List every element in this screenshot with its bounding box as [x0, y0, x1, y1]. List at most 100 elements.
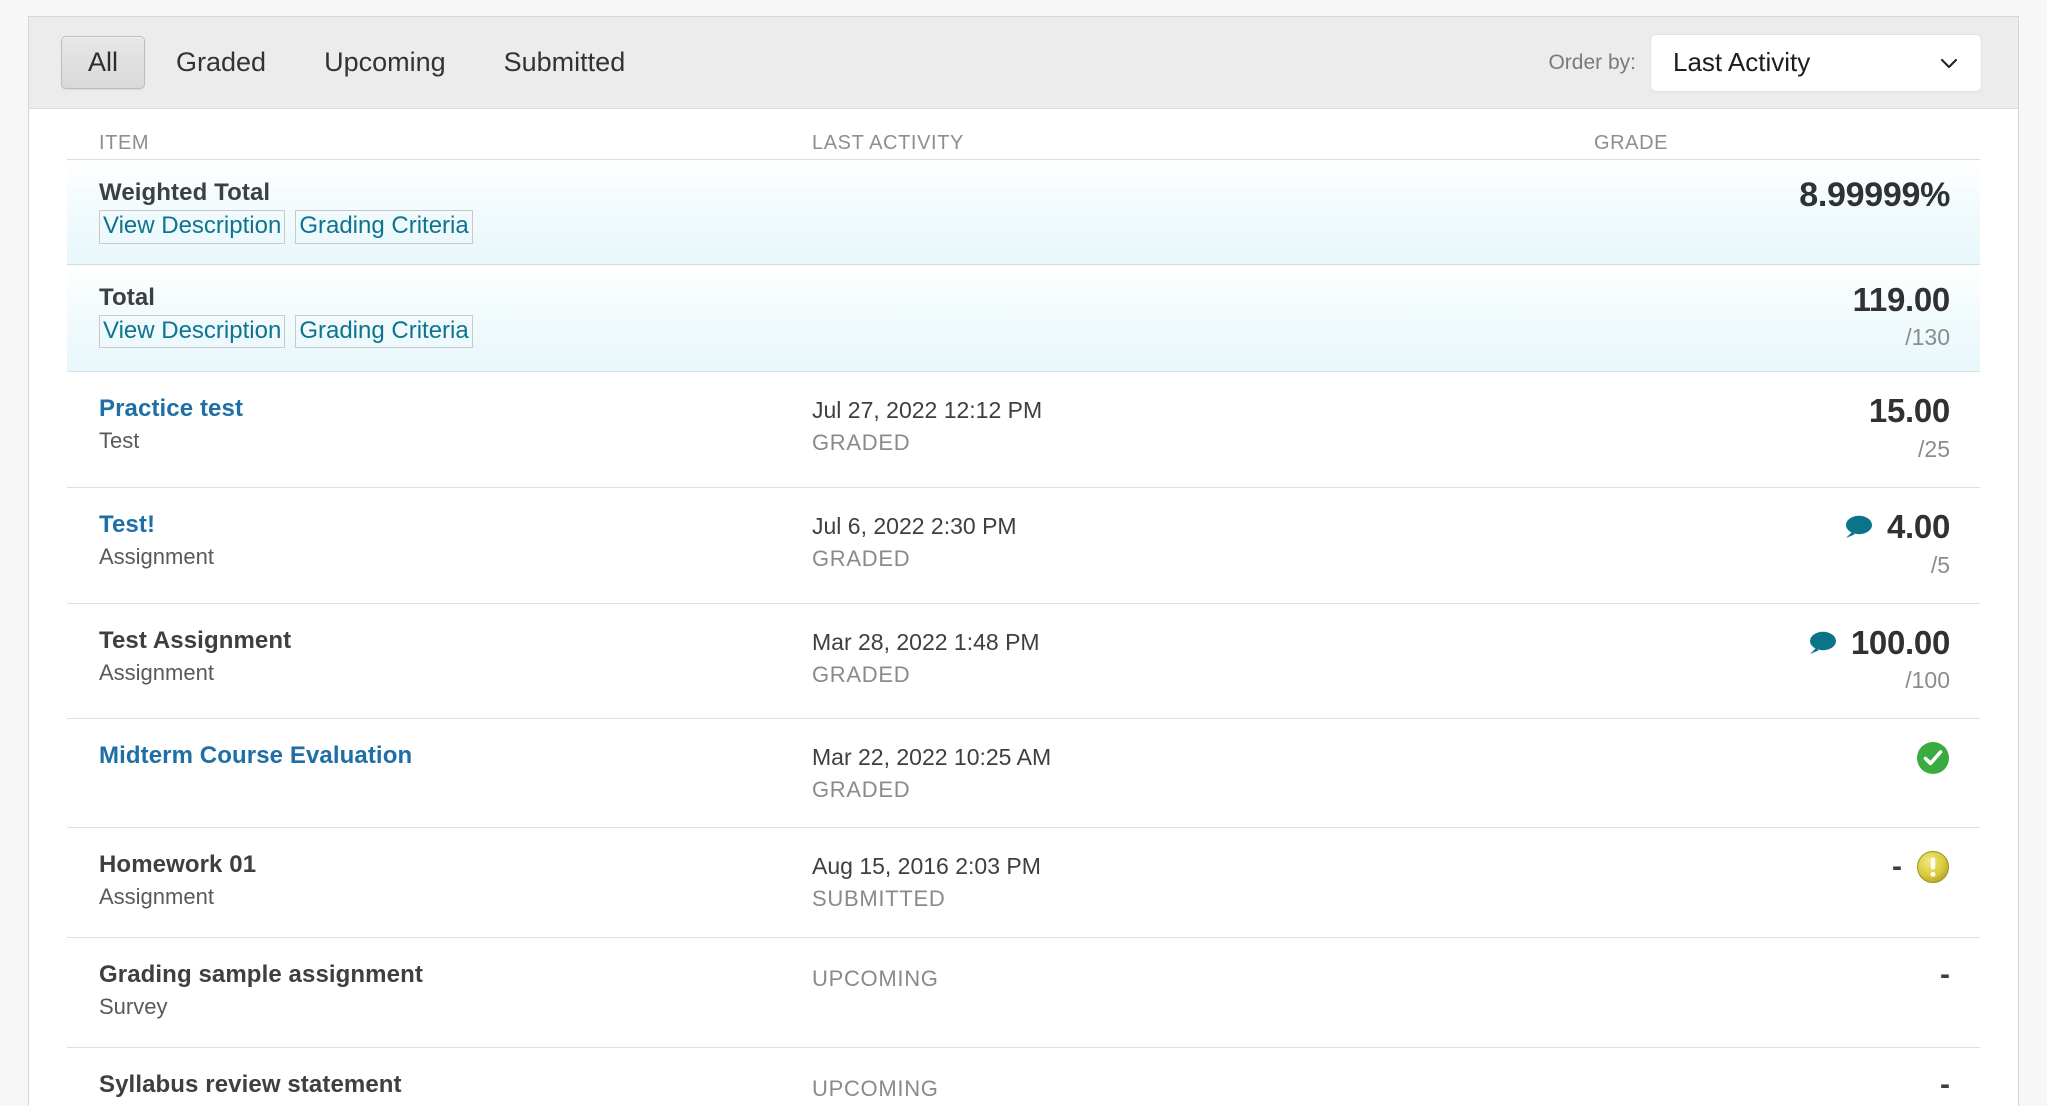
item-title-link[interactable]: Test! [99, 510, 812, 540]
summary-item-cell: Weighted Total View Description Grading Cr… [67, 178, 812, 244]
comment-bubble-icon[interactable] [1807, 630, 1837, 656]
activity-status: GRADED [812, 777, 911, 803]
activity-status: GRADED [812, 545, 911, 571]
filter-tabs: All Graded Upcoming Submitted [61, 35, 653, 90]
table-row: Syllabus review statement AssignmentUPCOM… [67, 1046, 1980, 1106]
item-type-label: Assignment [99, 884, 214, 910]
grade-cell: - [1312, 850, 1980, 884]
tab-submitted[interactable]: Submitted [477, 36, 653, 89]
activity-cell: UPCOMING [812, 960, 1312, 992]
grade-out-of: /5 [1930, 551, 1950, 578]
item-cell: Test! Assignment [67, 510, 812, 573]
order-by-control: Order by: Last Activity [1548, 33, 1982, 92]
grade-dash: - [1940, 1067, 1950, 1101]
summary-grade-value-wrap: 119.00 [1312, 280, 1951, 318]
column-header-grade: GRADE [1593, 132, 1669, 154]
item-title-link[interactable]: Practice test [99, 394, 812, 424]
summary-links: View Description Grading Criteria [99, 314, 812, 349]
table-row: Grading sample assignment Survey UPCOMING - [67, 936, 1980, 1047]
chevron-down-icon [1937, 51, 1961, 75]
activity-status: UPCOMING [812, 965, 939, 991]
activity-cell: Mar 22, 2022 10:25 AM GRADED [812, 741, 1312, 803]
summary-activity-cell [812, 178, 1312, 180]
filter-toolbar: All Graded Upcoming Submitted Order by: Las… [29, 17, 2018, 109]
activity-date: Mar 22, 2022 10:25 AM [812, 744, 1052, 771]
activity-cell: UPCOMING [812, 1070, 1312, 1102]
table-header-row: ITEM LAST ACTIVITY GRADE [67, 109, 1980, 159]
grade-value-wrap [1312, 741, 1950, 775]
tab-upcoming[interactable]: Upcoming [297, 36, 473, 89]
tab-graded[interactable]: Graded [149, 36, 293, 89]
grade-cell [1312, 741, 1980, 775]
comment-bubble-icon[interactable] [1843, 514, 1873, 540]
grade-score: 100.00 [1850, 623, 1950, 661]
item-type-label: Survey [99, 993, 168, 1019]
summary-title: Total [99, 283, 156, 311]
grade-value-wrap: 15.00 [1312, 394, 1950, 429]
order-by-label: Order by: [1548, 50, 1636, 74]
grade-out-of: /25 [1918, 436, 1950, 462]
grade-dash: - [1892, 850, 1902, 884]
grade-cell: -/4 [1312, 1067, 1980, 1106]
grade-value-wrap: 100.00 [1312, 623, 1950, 661]
table-row: Midterm Course Evaluation Mar 22, 2022 10… [67, 718, 1980, 827]
order-by-select[interactable]: Last Activity [1650, 33, 1982, 92]
table-row: Test! Assignment Jul 6, 2022 2:30 PM GRADED… [67, 487, 1980, 603]
activity-status: SUBMITTED [812, 886, 946, 912]
grade-value-wrap: - [1312, 959, 1950, 990]
activity-date: Jul 27, 2022 12:12 PM [812, 397, 1043, 424]
table-row: Practice test Test Jul 27, 2022 12:12 PM GR… [67, 371, 1980, 487]
item-cell: Practice test Test [67, 394, 812, 457]
summary-grade-score: 8.99999% [1799, 176, 1950, 214]
grade-value-wrap: - [1312, 850, 1950, 884]
grading-criteria-link[interactable]: Grading Criteria [295, 314, 473, 349]
summary-grade-score: 119.00 [1852, 280, 1951, 318]
activity-status: UPCOMING [812, 1075, 939, 1101]
grade-cell: 15.00/25 [1312, 394, 1980, 463]
summary-row: Total View Description Grading Criteria 119… [67, 263, 1980, 372]
order-by-selected-value: Last Activity [1673, 47, 1811, 77]
summary-links: View Description Grading Criteria [99, 210, 812, 244]
summary-row: Weighted Total View Description Grading Cr… [67, 159, 1980, 264]
item-cell: Homework 01 Assignment [67, 850, 812, 913]
item-title: Syllabus review statement [99, 1070, 402, 1098]
tab-all[interactable]: All [61, 35, 146, 90]
exclamation-circle-icon [1916, 850, 1950, 884]
item-title: Grading sample assignment [99, 960, 423, 988]
activity-date: Mar 28, 2022 1:48 PM [812, 628, 1040, 655]
grade-value-wrap: - [1312, 1067, 1950, 1101]
item-cell: Test Assignment Assignment [67, 626, 812, 689]
view-description-link[interactable]: View Description [99, 210, 286, 244]
item-type-label: Assignment [99, 659, 214, 685]
table-row: Homework 01 Assignment Aug 15, 2016 2:03 P… [67, 827, 1980, 937]
item-type-label: Assignment [99, 1102, 812, 1106]
summary-grade-cell: 119.00/130 [1312, 280, 1980, 352]
grade-cell: 4.00/5 [1312, 509, 1980, 579]
activity-date: Aug 15, 2016 2:03 PM [812, 853, 1041, 880]
grades-table: ITEM LAST ACTIVITY GRADE Weighted Total V… [29, 109, 2018, 1106]
item-title: Homework 01 [99, 851, 257, 879]
view-description-link[interactable]: View Description [99, 314, 286, 349]
summary-item-cell: Total View Description Grading Criteria [67, 283, 812, 349]
grade-cell: - [1312, 959, 1980, 990]
item-cell: Midterm Course Evaluation [67, 741, 812, 771]
column-header-last-activity: LAST ACTIVITY [812, 132, 964, 154]
activity-cell: Mar 28, 2022 1:48 PM GRADED [812, 626, 1312, 688]
summary-activity-cell [812, 283, 1312, 285]
item-type-label: Test [99, 428, 140, 454]
activity-status: GRADED [812, 430, 911, 456]
column-header-item: ITEM [99, 132, 150, 154]
grade-cell: 100.00/100 [1312, 623, 1980, 695]
item-cell: Grading sample assignment Survey [67, 960, 812, 1023]
grade-out-of: /100 [1905, 667, 1950, 694]
grade-score: 15.00 [1868, 392, 1950, 430]
activity-cell: Aug 15, 2016 2:03 PM SUBMITTED [812, 850, 1312, 912]
activity-date: Jul 6, 2022 2:30 PM [812, 513, 1017, 539]
activity-cell: Jul 27, 2022 12:12 PM GRADED [812, 394, 1312, 456]
activity-cell: Jul 6, 2022 2:30 PM GRADED [812, 510, 1312, 572]
summary-grade-out-of: /130 [1905, 324, 1950, 351]
item-title-link[interactable]: Midterm Course Evaluation [99, 741, 812, 771]
table-body: Weighted Total View Description Grading Cr… [67, 159, 1980, 1106]
grading-criteria-link[interactable]: Grading Criteria [295, 210, 473, 244]
grades-panel: All Graded Upcoming Submitted Order by: Las… [28, 16, 2019, 1106]
